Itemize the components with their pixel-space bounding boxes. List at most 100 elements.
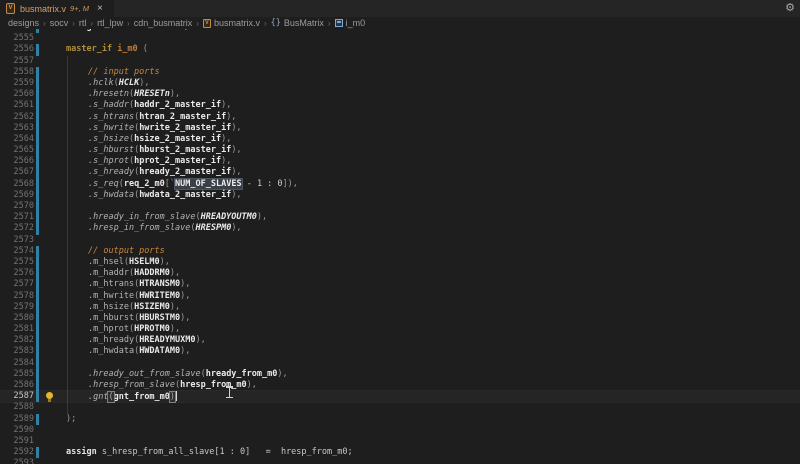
code-line[interactable]: 2558// input ports — [0, 67, 800, 78]
line-number: 2556 — [0, 44, 34, 55]
code-line[interactable]: 2555 — [0, 33, 800, 44]
breadcrumb-item-i_m0[interactable]: i_m0 — [335, 18, 366, 28]
glyph-margin — [39, 44, 60, 55]
code-line[interactable]: 2559.hclk(HCLK), — [0, 78, 800, 89]
code-text — [60, 358, 800, 369]
glyph-margin — [39, 291, 60, 302]
code-line[interactable]: 2591 — [0, 436, 800, 447]
code-text — [60, 56, 800, 67]
code-line[interactable]: 2564.s_hsize(hsize_2_master_if), — [0, 134, 800, 145]
glyph-margin — [39, 112, 60, 123]
glyph-margin — [39, 246, 60, 257]
code-editor[interactable]: 2554assign HMASTERM0 = 4'b0;25552556mast… — [0, 29, 800, 464]
line-number: 2588 — [0, 402, 34, 413]
code-line[interactable]: 2583.m_hwdata(HWDATAM0), — [0, 346, 800, 357]
breadcrumb-item-cdn_busmatrix[interactable]: cdn_busmatrix — [134, 18, 193, 28]
code-line[interactable]: 2566.s_hprot(hprot_2_master_if), — [0, 156, 800, 167]
code-line[interactable]: 2563.s_hwrite(hwrite_2_master_if), — [0, 123, 800, 134]
code-text: .hready_in_from_slave(HREADYOUTM0), — [60, 212, 800, 223]
code-line[interactable]: 2561.s_haddr(haddr_2_master_if), — [0, 100, 800, 111]
code-line[interactable]: 2569.s_hwdata(hwdata_2_master_if), — [0, 190, 800, 201]
glyph-margin — [39, 134, 60, 145]
instance-symbol-icon — [335, 19, 343, 27]
line-number: 2578 — [0, 291, 34, 302]
code-line[interactable]: 2560.hresetn(HRESETn), — [0, 89, 800, 100]
code-text: // input ports — [60, 67, 800, 78]
tab-busmatrix[interactable]: V busmatrix.v 9+, M × — [0, 0, 114, 17]
code-text: .m_hwdata(HWDATAM0), — [60, 346, 800, 357]
line-number: 2569 — [0, 190, 34, 201]
code-line[interactable]: 2574// output ports — [0, 246, 800, 257]
code-line[interactable]: 2557 — [0, 56, 800, 67]
code-line[interactable]: 2570 — [0, 201, 800, 212]
close-icon[interactable]: × — [97, 3, 103, 14]
breadcrumb-item-busmatrix.v[interactable]: Vbusmatrix.v — [203, 18, 260, 28]
code-line[interactable]: 2580.m_hburst(HBURSTM0), — [0, 313, 800, 324]
code-action-lightbulb-icon[interactable] — [45, 392, 53, 402]
code-line[interactable]: 2593 — [0, 458, 800, 464]
code-line[interactable]: 2556master_if i_m0 ( — [0, 44, 800, 55]
code-text — [60, 33, 800, 44]
code-text: .hready_out_from_slave(hready_from_m0), — [60, 369, 800, 380]
glyph-margin — [39, 302, 60, 313]
code-line[interactable]: 2585 .hready_out_from_slave(hready_from_m… — [0, 369, 800, 380]
line-number: 2587 — [0, 391, 34, 402]
line-number: 2574 — [0, 246, 34, 257]
code-line[interactable]: 2590 — [0, 425, 800, 436]
code-line[interactable]: 2586.hresp_from_slave(hresp_from_m0), — [0, 380, 800, 391]
code-line[interactable]: 2589); — [0, 414, 800, 425]
breadcrumb-label: socv — [50, 18, 69, 28]
code-line[interactable]: 2584 — [0, 358, 800, 369]
code-line[interactable]: 2592assign s_hresp_from_all_slave[1 : 0]… — [0, 447, 800, 458]
breadcrumb-item-rtl_lpw[interactable]: rtl_lpw — [97, 18, 123, 28]
code-line[interactable]: 2562 .s_htrans(htran_2_master_if), — [0, 112, 800, 123]
code-text: .m_haddr(HADDRM0), — [60, 268, 800, 279]
line-number: 2562 — [0, 112, 34, 123]
line-number: 2559 — [0, 78, 34, 89]
line-number: 2580 — [0, 313, 34, 324]
code-line[interactable]: 2567.s_hready(hready_2_master_if), — [0, 167, 800, 178]
breadcrumb-item-BusMatrix[interactable]: {}BusMatrix — [271, 18, 324, 28]
code-text: .s_hready(hready_2_master_if), — [60, 167, 800, 178]
code-line[interactable]: 2579.m_hsize(HSIZEM0), — [0, 302, 800, 313]
code-line[interactable]: 2573 — [0, 235, 800, 246]
code-line[interactable]: 2565.s_hburst(hburst_2_master_if), — [0, 145, 800, 156]
line-number: 2570 — [0, 201, 34, 212]
line-number: 2572 — [0, 223, 34, 234]
glyph-margin — [39, 257, 60, 268]
code-text: .hresp_in_from_slave(HRESPM0), — [60, 223, 800, 234]
breadcrumb-item-designs[interactable]: designs — [8, 18, 39, 28]
breadcrumb-separator: › — [43, 19, 46, 28]
code-line[interactable]: 2575.m_hsel(HSELM0), — [0, 257, 800, 268]
code-text: assign s_hresp_from_all_slave[1 : 0] = h… — [60, 447, 800, 458]
code-line[interactable]: 2577.m_htrans(HTRANSM0), — [0, 279, 800, 290]
code-line[interactable]: 2587.gnt(gnt_from_m0) — [0, 391, 800, 402]
settings-gear-icon[interactable]: ⚙ — [785, 1, 795, 14]
code-text — [60, 402, 800, 413]
code-line[interactable]: 2571.hready_in_from_slave(HREADYOUTM0), — [0, 212, 800, 223]
line-number: 2555 — [0, 33, 34, 44]
glyph-margin — [39, 190, 60, 201]
breadcrumb-separator: › — [264, 19, 267, 28]
glyph-margin — [39, 391, 60, 402]
line-number: 2585 — [0, 369, 34, 380]
breadcrumb-item-rtl[interactable]: rtl — [79, 18, 87, 28]
glyph-margin — [39, 145, 60, 156]
code-line[interactable]: 2588 — [0, 402, 800, 413]
code-line[interactable]: 2582.m_hready(HREADYMUXM0), — [0, 335, 800, 346]
code-line[interactable]: 2578.m_hwrite(HWRITEM0), — [0, 291, 800, 302]
code-line[interactable]: 2581.m_hprot(HPROTM0), — [0, 324, 800, 335]
code-text: .m_hprot(HPROTM0), — [60, 324, 800, 335]
code-text: .s_hwrite(hwrite_2_master_if), — [60, 123, 800, 134]
glyph-margin — [39, 179, 60, 190]
code-text: .s_haddr(haddr_2_master_if), — [60, 100, 800, 111]
glyph-margin — [39, 380, 60, 391]
code-line[interactable]: 2572 .hresp_in_from_slave(HRESPM0), — [0, 223, 800, 234]
code-line[interactable]: 2576.m_haddr(HADDRM0), — [0, 268, 800, 279]
code-line[interactable]: 2568.s_req(req_2_m0[`NUM_OF_SLAVES - 1 :… — [0, 179, 800, 190]
breadcrumb-item-socv[interactable]: socv — [50, 18, 69, 28]
breadcrumb-separator: › — [196, 19, 199, 28]
line-number: 2586 — [0, 380, 34, 391]
code-text: .s_htrans(htran_2_master_if), — [60, 112, 800, 123]
glyph-margin — [39, 167, 60, 178]
